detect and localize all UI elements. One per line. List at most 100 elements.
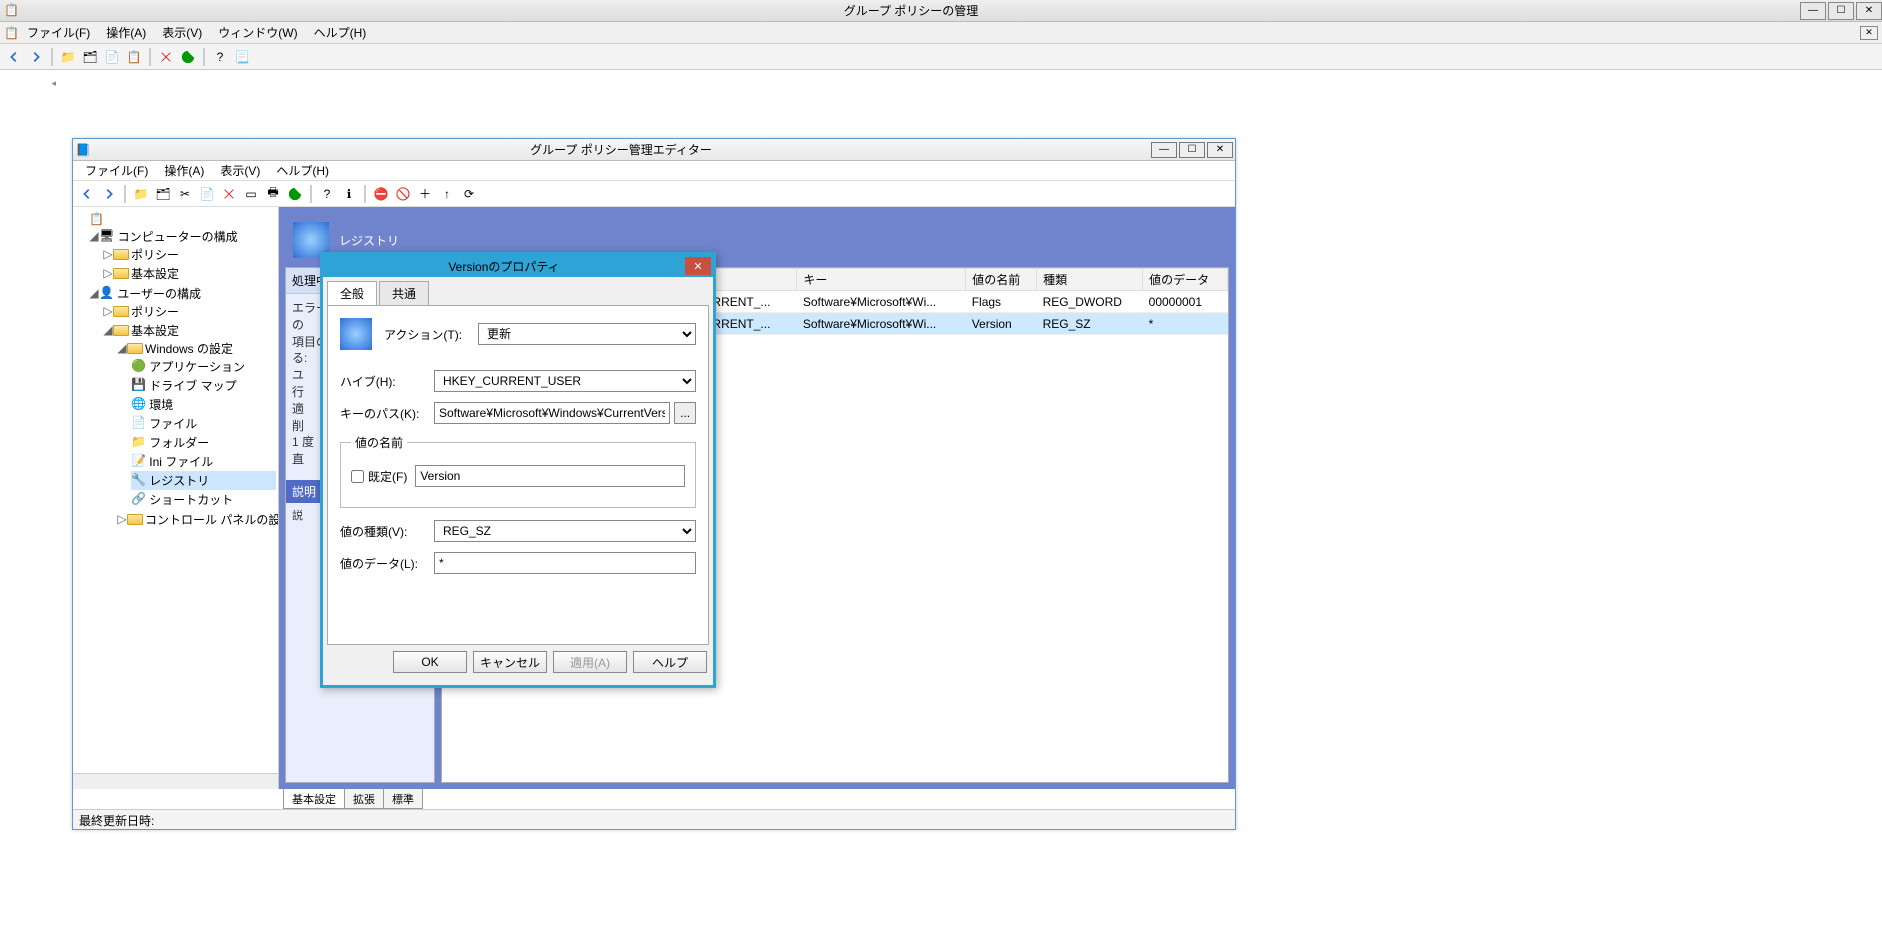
valuename-input[interactable] — [415, 465, 685, 487]
showhide-button[interactable]: 🗂 — [153, 184, 173, 204]
forward-button[interactable] — [99, 184, 119, 204]
maximize-button[interactable]: ☐ — [1828, 2, 1854, 20]
help-button[interactable]: ヘルプ — [633, 651, 707, 673]
tree-item-shortcuts[interactable]: 🔗 ショートカット — [131, 490, 276, 509]
tree-item-files[interactable]: 📄 ファイル — [131, 414, 276, 433]
tree-pane[interactable]: 📋 ◢🖥 コンピューターの構成 ▷ポリシー ▷基本設定 ◢👤 ユーザーの構成 ▷… — [73, 207, 279, 789]
tree-item-inifiles[interactable]: 📝 Ini ファイル — [131, 452, 276, 471]
tree-computer-config[interactable]: ◢🖥 コンピューターの構成 ▷ポリシー ▷基本設定 — [89, 227, 276, 284]
refresh-button[interactable] — [178, 47, 198, 67]
keypath-label: キーのパス(K): — [340, 405, 426, 422]
tab-preferences[interactable]: 基本設定 — [283, 789, 345, 809]
app-titlebar: 📋 グループ ポリシーの管理 — ☐ ✕ — [0, 0, 1882, 22]
valuedata-input[interactable] — [434, 552, 696, 574]
dialog-titlebar[interactable]: Versionのプロパティ ✕ — [323, 255, 713, 277]
menu-file[interactable]: ファイル(F) — [19, 22, 98, 43]
tab-standard[interactable]: 標準 — [383, 789, 423, 809]
ok-button[interactable]: OK — [393, 651, 467, 673]
menu-help[interactable]: ヘルプ(H) — [306, 22, 375, 43]
valuetype-label: 値の種類(V): — [340, 523, 426, 540]
tree-item-policy2[interactable]: ▷ポリシー — [103, 302, 276, 321]
help-button[interactable]: ? — [210, 47, 230, 67]
up-button[interactable]: 📁 — [131, 184, 151, 204]
cancel-button[interactable]: キャンセル — [473, 651, 547, 673]
editor-maximize-button[interactable]: ☐ — [1179, 142, 1205, 158]
dialog-close-button[interactable]: ✕ — [685, 257, 711, 275]
moveup-button[interactable]: ↑ — [437, 184, 457, 204]
tab-extended[interactable]: 拡張 — [344, 789, 384, 809]
tree-item-folders[interactable]: 📁 フォルダー — [131, 433, 276, 452]
default-checkbox[interactable] — [351, 470, 364, 483]
dialog-tab-general[interactable]: 全般 — [327, 281, 377, 305]
paste-button[interactable]: 📋 — [124, 47, 144, 67]
editor-close-button[interactable]: ✕ — [1207, 142, 1233, 158]
up-button[interactable]: 📁 — [58, 47, 78, 67]
back-button[interactable] — [77, 184, 97, 204]
back-button[interactable] — [4, 47, 24, 67]
deny-button[interactable]: 🚫 — [393, 184, 413, 204]
copy-button[interactable]: 📄 — [197, 184, 217, 204]
add-button[interactable]: ＋ — [415, 184, 435, 204]
dialog-tab-common[interactable]: 共通 — [379, 281, 429, 305]
col-key[interactable]: キー — [797, 269, 966, 291]
delete-button[interactable] — [219, 184, 239, 204]
tree-item-pref2[interactable]: ◢基本設定 ◢Windows の設定 🟢 アプリケーション 💾 ドライブ マップ… — [103, 321, 276, 530]
tree-scrollbar-h[interactable] — [73, 773, 278, 789]
valuename-fieldset: 値の名前 既定(F) — [340, 434, 696, 508]
separator-icon — [124, 185, 126, 203]
action-select[interactable]: 更新 — [478, 323, 696, 345]
refresh-button[interactable] — [285, 184, 305, 204]
menu-view[interactable]: 表示(V) — [154, 22, 210, 43]
editor-icon: 📘 — [73, 143, 93, 157]
tree-item-registry[interactable]: 🔧 レジストリ — [131, 471, 276, 490]
replace-button[interactable]: ⟳ — [459, 184, 479, 204]
mdi-close-button[interactable]: ✕ — [1860, 26, 1878, 40]
app-title: グループ ポリシーの管理 — [24, 2, 1798, 19]
keypath-input[interactable] — [434, 402, 670, 424]
props-button[interactable]: ▭ — [241, 184, 261, 204]
separator-icon — [310, 185, 312, 203]
separator-icon — [203, 48, 205, 66]
valuedata-label: 値のデータ(L): — [340, 555, 426, 572]
editor-menu-help[interactable]: ヘルプ(H) — [268, 160, 337, 181]
minimize-button[interactable]: — — [1800, 2, 1826, 20]
help-button[interactable]: ? — [317, 184, 337, 204]
editor-menu-view[interactable]: 表示(V) — [212, 160, 268, 181]
menu-window[interactable]: ウィンドウ(W) — [210, 22, 305, 43]
browse-button[interactable]: ... — [674, 402, 696, 424]
show-tree-button[interactable]: 🗂 — [80, 47, 100, 67]
editor-minimize-button[interactable]: — — [1151, 142, 1177, 158]
menu-action[interactable]: 操作(A) — [98, 22, 154, 43]
delete-button[interactable] — [156, 47, 176, 67]
apply-button[interactable]: 適用(A) — [553, 651, 627, 673]
editor-titlebar: 📘 グループ ポリシー管理エディター — ☐ ✕ — [73, 139, 1235, 161]
splitter-collapse-icon[interactable]: ◂ — [0, 78, 56, 88]
tree-root[interactable]: 📋 — [89, 211, 276, 227]
tree-item-controlpanel[interactable]: ▷コントロール パネルの設定 — [117, 510, 276, 529]
separator-icon — [149, 48, 151, 66]
valuetype-select[interactable]: REG_SZ — [434, 520, 696, 542]
cut-button[interactable]: ✂ — [175, 184, 195, 204]
col-type[interactable]: 種類 — [1037, 269, 1143, 291]
tree-item-drivemaps[interactable]: 💾 ドライブ マップ — [131, 376, 276, 395]
info-button[interactable]: ℹ — [339, 184, 359, 204]
tree-item-apps[interactable]: 🟢 アプリケーション — [131, 357, 276, 376]
forward-button[interactable] — [26, 47, 46, 67]
tree-item-policy[interactable]: ▷ポリシー — [103, 245, 276, 264]
copy-button[interactable]: 📄 — [102, 47, 122, 67]
dialog-title: Versionのプロパティ — [323, 258, 685, 275]
editor-menu-file[interactable]: ファイル(F) — [77, 160, 156, 181]
tree-item-env[interactable]: 🌐 環境 — [131, 395, 276, 414]
properties-button[interactable]: 📃 — [232, 47, 252, 67]
tree-user-config[interactable]: ◢👤 ユーザーの構成 ▷ポリシー ◢基本設定 ◢Windows の設定 🟢 アプ… — [89, 284, 276, 531]
print-button[interactable]: 🖶 — [263, 184, 283, 204]
tree-item-pref[interactable]: ▷基本設定 — [103, 264, 276, 283]
col-data[interactable]: 値のデータ — [1143, 269, 1228, 291]
stop-button[interactable]: ⛔ — [371, 184, 391, 204]
editor-menu-action[interactable]: 操作(A) — [156, 160, 212, 181]
close-button[interactable]: ✕ — [1856, 2, 1882, 20]
col-vname[interactable]: 値の名前 — [966, 269, 1037, 291]
separator-icon — [51, 48, 53, 66]
tree-item-winsettings[interactable]: ◢Windows の設定 🟢 アプリケーション 💾 ドライブ マップ 🌐 環境 … — [117, 339, 276, 510]
hive-select[interactable]: HKEY_CURRENT_USER — [434, 370, 696, 392]
